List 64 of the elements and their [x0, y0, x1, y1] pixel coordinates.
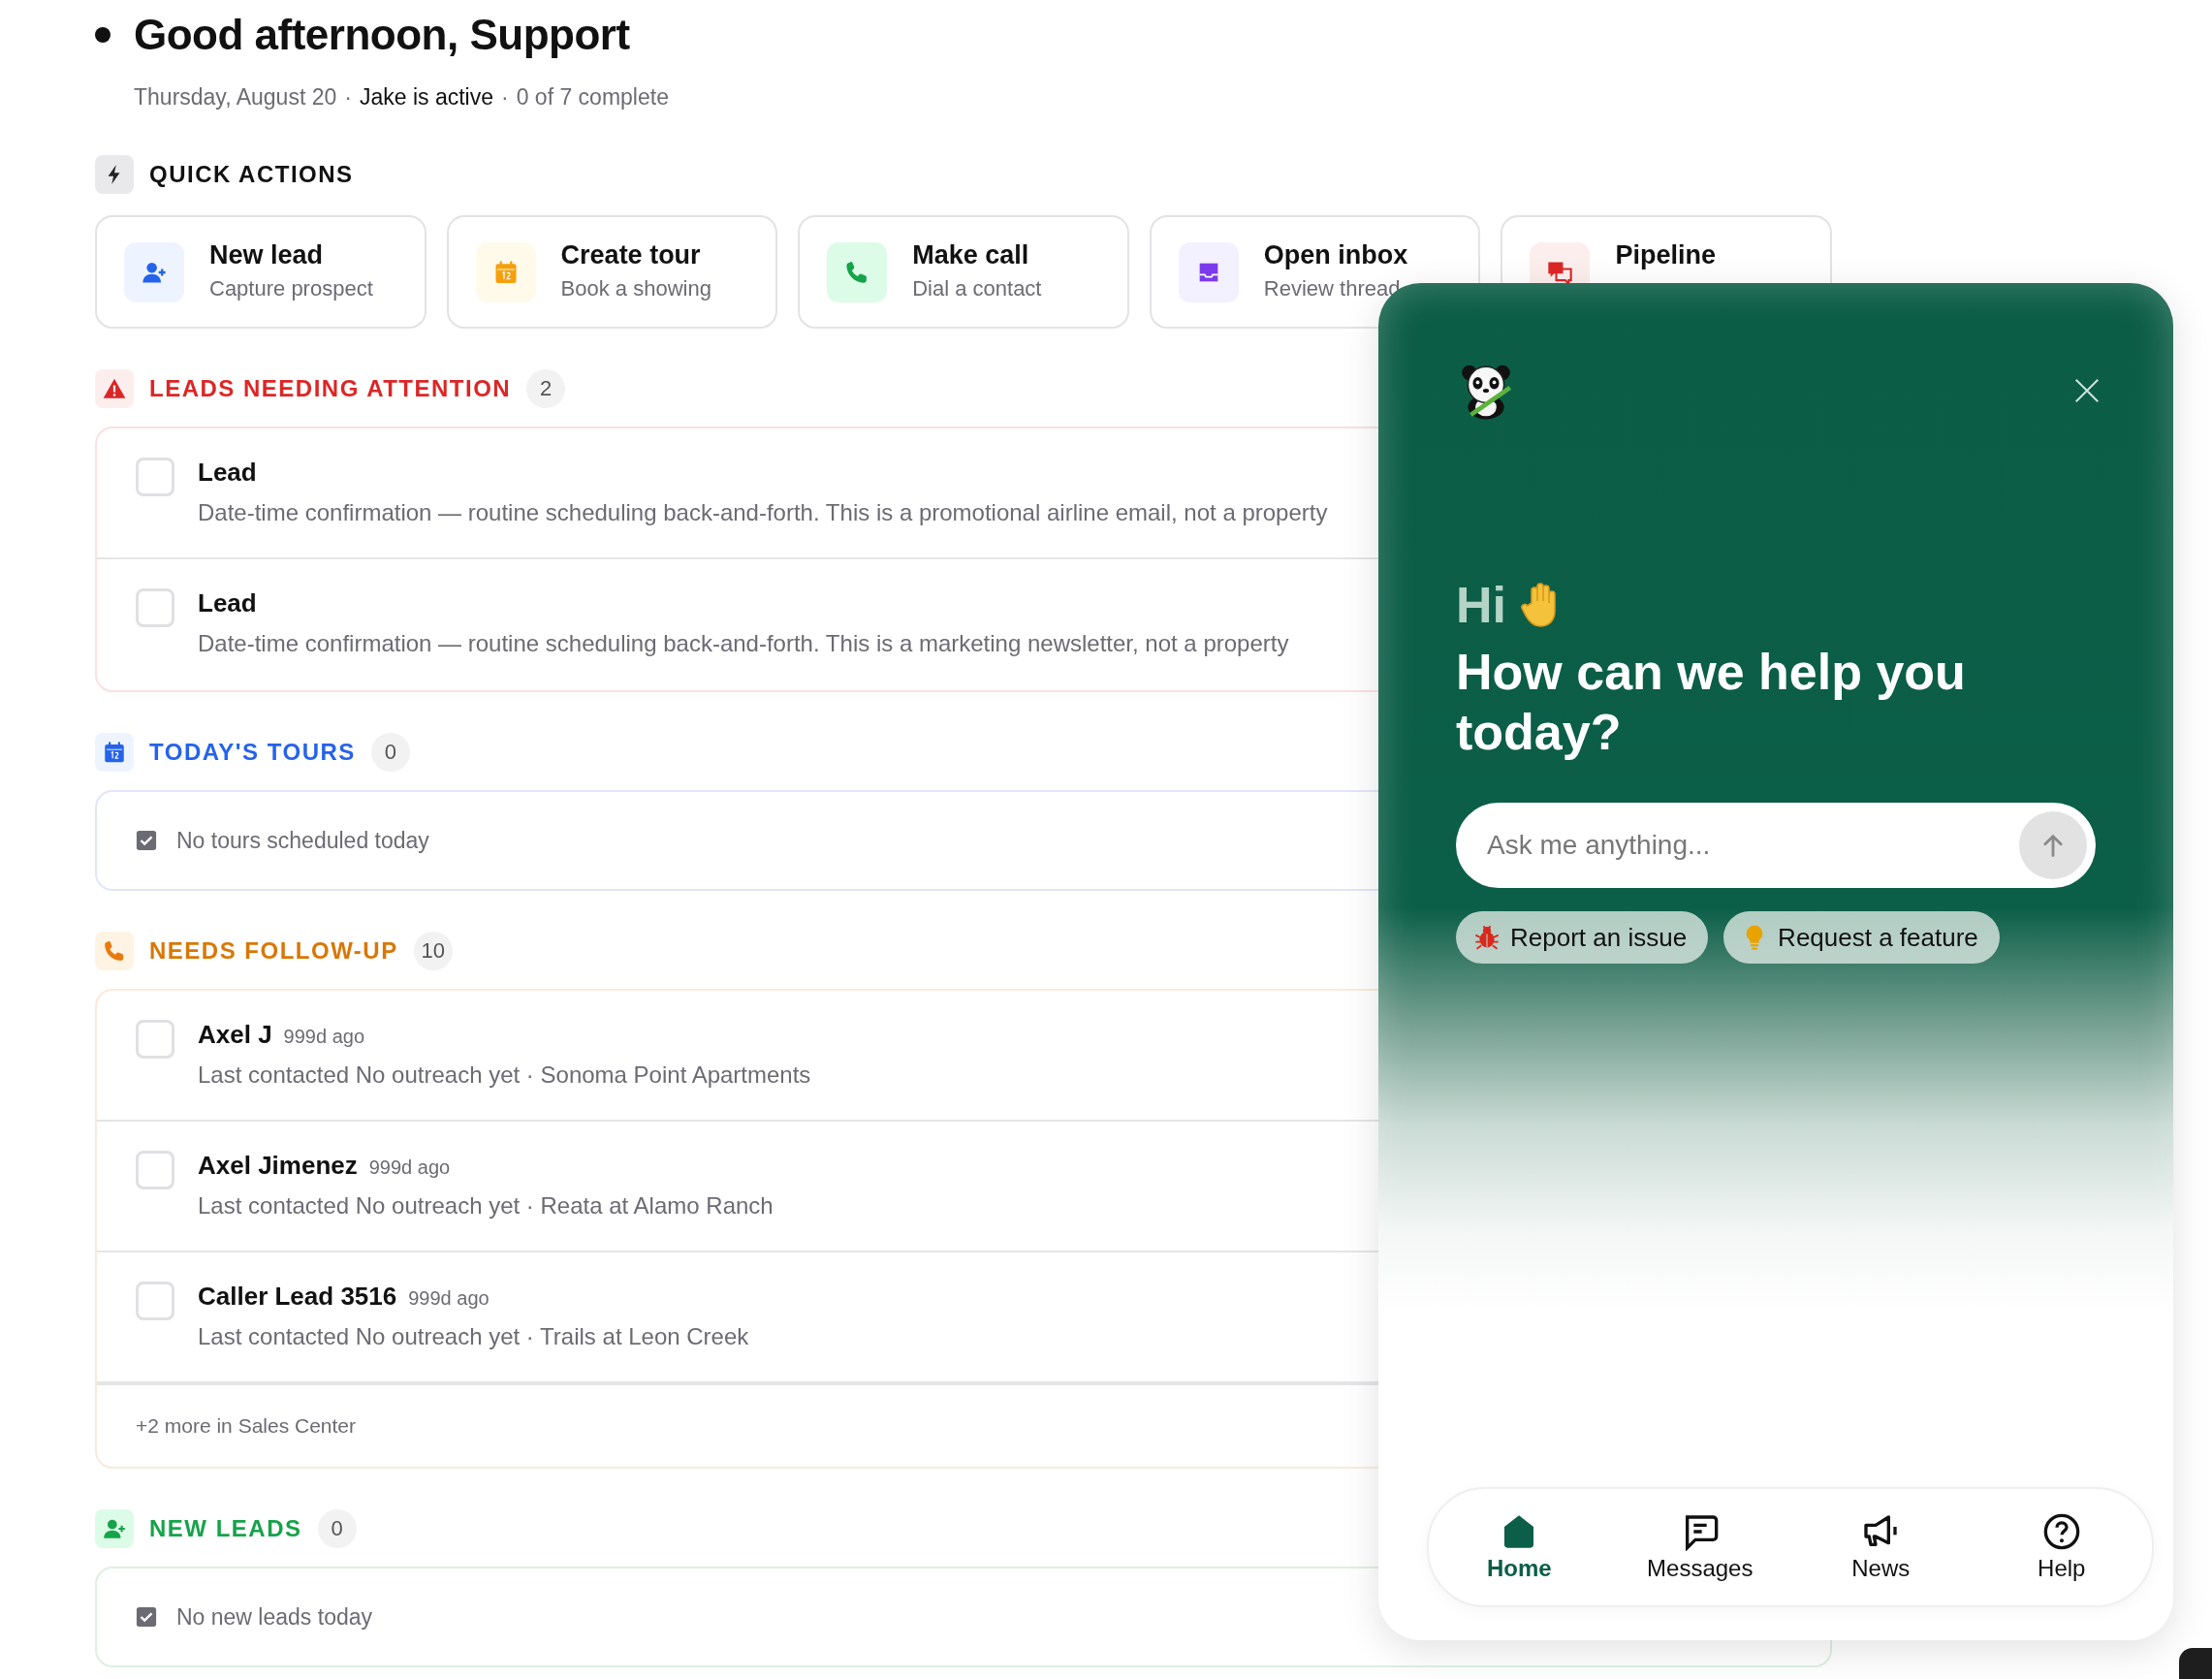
help-icon [2041, 1512, 2081, 1551]
section-heading: NEW LEADS [149, 1515, 302, 1542]
bug-icon [1473, 924, 1501, 951]
section-heading: QUICK ACTIONS [149, 161, 354, 188]
quick-action-card[interactable]: Create tour Book a showing [446, 215, 778, 329]
empty-state-text: No tours scheduled today [176, 827, 429, 854]
subtitle-text: Thursday, August 20 [134, 83, 337, 111]
count-badge: 2 [526, 369, 566, 408]
count-badge: 0 [370, 733, 410, 772]
checkbox[interactable] [136, 1282, 174, 1320]
lightning-icon [95, 155, 134, 194]
subtitle-text: · [344, 83, 352, 111]
widget-heading: How can we help you today? [1456, 643, 1967, 762]
nav-tab[interactable]: Home [1446, 1511, 1593, 1583]
lead-description: Date-time confirmation — routine scheduling back-and-forth. This is a marketing newsletter, not a property [198, 630, 1289, 657]
count-badge: 10 [413, 932, 453, 970]
lead-name[interactable]: Caller Lead 3516 [198, 1282, 397, 1312]
empty-state-text: No new leads today [176, 1603, 372, 1631]
checkbox[interactable] [136, 1020, 174, 1059]
greeting-text: Hi [1456, 576, 1506, 634]
subtitle-text: Jake is active [359, 83, 493, 111]
section-heading: NEEDS FOLLOW-UP [149, 937, 398, 965]
more-link[interactable]: +2 more in Sales Center [136, 1414, 357, 1438]
nav-tab[interactable]: Help [1988, 1511, 2134, 1583]
age-text: 999d ago [283, 1026, 365, 1048]
age-text: 999d ago [408, 1287, 490, 1310]
checkmark-icon [136, 1606, 157, 1628]
lead-description: Last contacted No outreach yet · Trails at Leon Creek [198, 1323, 749, 1350]
section-heading: LEADS NEEDING ATTENTION [149, 375, 512, 402]
nav-tab[interactable]: News [1808, 1511, 1954, 1583]
lead-name[interactable]: Lead [198, 588, 257, 618]
action-label: New lead [209, 240, 325, 270]
age-text: 999d ago [368, 1156, 451, 1179]
subtitle-text: 0 of 7 complete [516, 83, 669, 111]
action-subtitle: Dial a contact [912, 276, 1042, 301]
chip-button[interactable]: Request a feature [1723, 911, 2000, 964]
checkbox[interactable] [136, 588, 174, 627]
status-dot [95, 27, 111, 43]
lead-name[interactable]: Axel Jimenez [198, 1151, 358, 1181]
close-icon [2072, 376, 2101, 405]
quick-action-card[interactable]: Make call Dial a contact [798, 215, 1129, 329]
subtitle-text: · [501, 83, 509, 111]
calendar-icon [102, 740, 127, 765]
lead-description: Last contacted No outreach yet · Reata at Alamo Ranch [198, 1192, 774, 1220]
checkbox[interactable] [136, 458, 174, 496]
action-label: Create tour [560, 240, 702, 270]
nav-tab[interactable]: Messages [1627, 1511, 1773, 1583]
checkmark-icon [136, 830, 157, 851]
action-label: Make call [912, 240, 1030, 270]
checkbox[interactable] [136, 1151, 174, 1189]
count-badge: 0 [317, 1509, 357, 1548]
action-subtitle: Capture prospect [209, 276, 373, 301]
action-label: Open inbox [1263, 240, 1408, 270]
ask-field[interactable]: Ask me anything... [1456, 803, 2096, 888]
chip-button[interactable]: Report an issue [1456, 911, 1709, 964]
lead-description: Date-time confirmation — routine scheduling back-and-forth. This is a promotional airline email, not a property [198, 499, 1328, 526]
action-subtitle: Book a showing [560, 276, 711, 301]
lead-description: Last contacted No outreach yet · Sonoma Point Apartments [198, 1061, 811, 1089]
lead-name[interactable]: Lead [198, 458, 257, 488]
section-heading: TODAY'S TOURS [149, 739, 356, 766]
page-title: Good afternoon, Support [134, 11, 630, 59]
lead-name[interactable]: Axel J [198, 1020, 272, 1050]
quick-action-card[interactable]: New lead Capture prospect [95, 215, 427, 329]
action-label: Pipeline [1615, 240, 1716, 270]
